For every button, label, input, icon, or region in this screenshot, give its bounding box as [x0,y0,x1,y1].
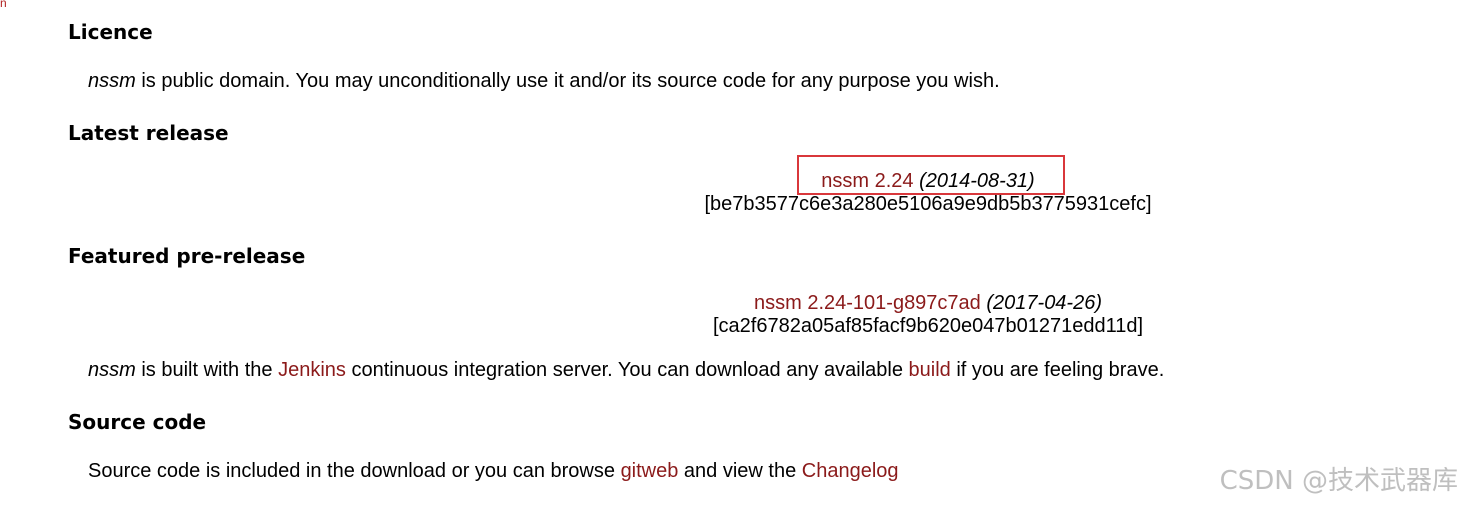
licence-heading: Licence [68,20,153,44]
gitweb-link[interactable]: gitweb [621,460,679,482]
text: is built with the [135,359,279,381]
prerelease-link[interactable]: nssm 2.24-101-g897c7ad [754,292,981,314]
highlight-box [797,155,1065,195]
prerelease-date: (2017-04-26) [986,292,1102,314]
prerelease-hash: [ca2f6782a05af85facf9b620e047b01271edd11… [712,315,1144,337]
corner-mark: n [0,0,7,10]
jenkins-paragraph: nssm is built with the Jenkins continuou… [88,358,1164,382]
text: Source code is included in the download … [88,460,621,482]
text: and view the [678,460,802,482]
changelog-link[interactable]: Changelog [802,460,899,482]
licence-text: is public domain. You may unconditionall… [135,70,1000,92]
csdn-watermark: CSDN @技术武器库 [1219,466,1458,496]
prerelease-block: nssm 2.24-101-g897c7ad (2017-04-26) [ca2… [700,292,1156,338]
prerelease-heading: Featured pre-release [68,244,306,268]
text: continuous integration server. You can d… [345,359,909,381]
build-link[interactable]: build [909,359,951,381]
latest-release-hash: [be7b3577c6e3a280e5106a9e9db5b3775931cef… [704,193,1152,215]
nssm-name: nssm [88,70,136,92]
latest-release-heading: Latest release [68,121,229,145]
licence-paragraph: nssm is public domain. You may unconditi… [88,69,1000,93]
source-paragraph: Source code is included in the download … [88,459,899,483]
text: if you are feeling brave. [950,359,1165,381]
nssm-name: nssm [88,359,136,381]
jenkins-link[interactable]: Jenkins [278,359,346,381]
source-code-heading: Source code [68,410,207,434]
prerelease-line: nssm 2.24-101-g897c7ad (2017-04-26) [700,292,1156,315]
